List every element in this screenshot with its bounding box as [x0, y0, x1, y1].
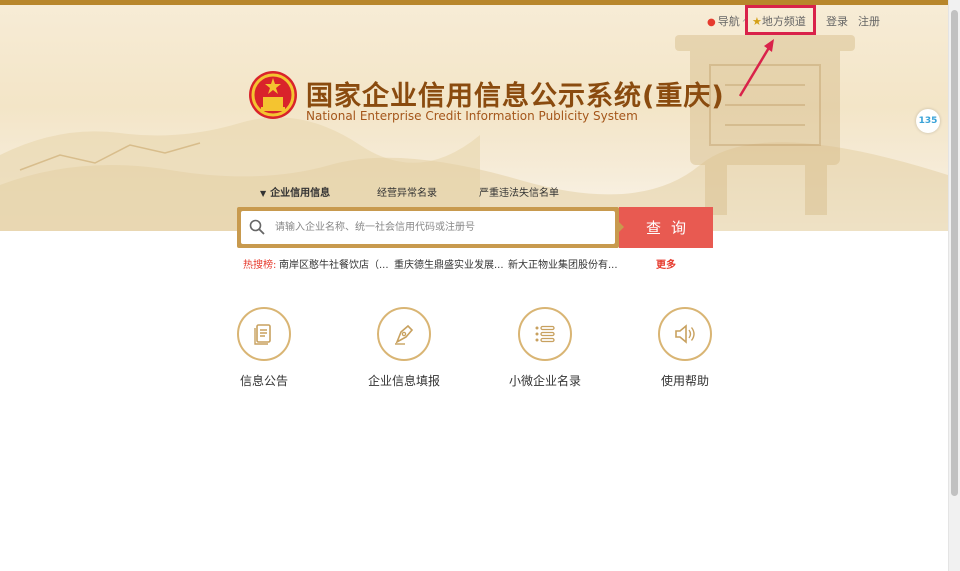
national-emblem-logo: [249, 71, 297, 119]
quick-link-label: 信息公告: [239, 374, 288, 388]
speaker-icon: [675, 324, 695, 344]
page-scrollbar[interactable]: [948, 0, 960, 571]
pen-nib-icon: [395, 324, 414, 345]
quick-link-help[interactable]: 使用帮助: [630, 307, 740, 389]
quick-link-circle: [658, 307, 712, 361]
nav-register-link[interactable]: 注册: [858, 13, 880, 29]
quick-link-label: 使用帮助: [660, 374, 709, 388]
quick-link-label: 企业信息填报: [367, 374, 440, 388]
page-subtitle: National Enterprise Credit Information P…: [306, 109, 638, 123]
quick-link-circle: [518, 307, 572, 361]
tab-serious-violation-list[interactable]: 严重违法失信名单: [479, 184, 559, 199]
quick-link-label: 小微企业名录: [508, 374, 581, 388]
triangle-down-icon: ▼: [260, 189, 267, 198]
page-title: 国家企业信用信息公示系统(重庆): [306, 81, 725, 112]
nav-login-link[interactable]: 登录: [826, 13, 848, 29]
search-icon: [249, 219, 265, 235]
annotation-arrow-icon: [738, 39, 774, 97]
side-floating-badge[interactable]: 135: [916, 109, 940, 133]
location-pin-icon: ●: [707, 17, 716, 28]
search-input[interactable]: [241, 211, 615, 244]
quick-link-small-business-list[interactable]: 小微企业名录: [490, 307, 600, 389]
hot-search-item[interactable]: 新大正物业集团股份有...: [508, 256, 618, 271]
quick-link-circle: [237, 307, 291, 361]
hot-search-item[interactable]: 重庆德生鼎盛实业发展...: [394, 256, 504, 271]
search-box: [237, 207, 619, 248]
scrollbar-thumb[interactable]: [951, 10, 958, 496]
hot-search-more-link[interactable]: 更多: [656, 256, 676, 271]
list-icon: [535, 325, 555, 343]
nav-directory-link[interactable]: ● 导航 ^: [707, 13, 748, 29]
hot-search-label: 热搜榜:: [243, 260, 277, 271]
quick-link-circle: [377, 307, 431, 361]
quick-link-info-announcement[interactable]: 信息公告: [209, 307, 319, 389]
search-button[interactable]: 查询: [618, 207, 713, 248]
tab-abnormal-operation-list[interactable]: 经营异常名录: [377, 184, 437, 199]
hot-search-item[interactable]: 南岸区憨牛社餐饮店（...: [279, 256, 389, 271]
tab-enterprise-credit-info[interactable]: ▼ 企业信用信息: [260, 184, 330, 199]
document-icon: [254, 324, 271, 345]
quick-link-enterprise-report[interactable]: 企业信息填报: [349, 307, 459, 389]
annotation-highlight-box: [745, 5, 816, 35]
